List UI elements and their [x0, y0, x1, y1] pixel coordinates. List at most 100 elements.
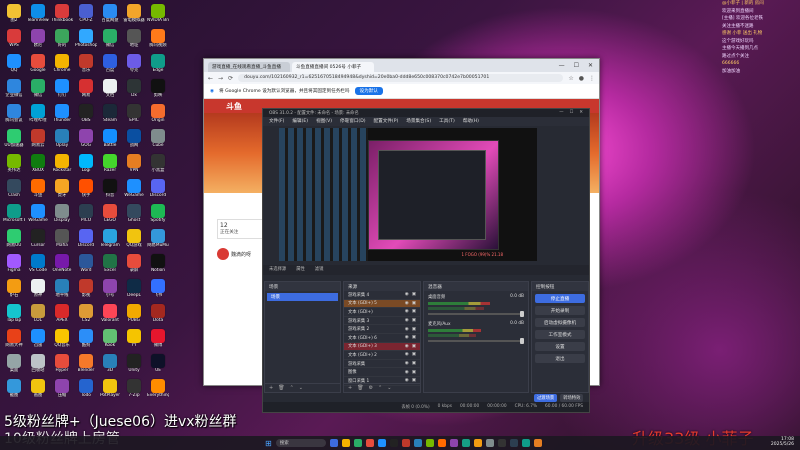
desktop-icon[interactable]: 雷电模拟器 [123, 4, 145, 30]
start-icon[interactable]: ⊞ [265, 439, 272, 448]
obs-menu-item[interactable]: 场景集合(S) [406, 118, 431, 125]
lock-icon[interactable]: ▣ [412, 327, 416, 332]
url-field[interactable]: douyu.com/102160932_r1=6251670518494948&… [238, 74, 564, 82]
desktop-icon[interactable]: 哔哩哔哩 [27, 104, 49, 130]
desktop-icon[interactable]: Dx [123, 79, 145, 105]
desktop-icon[interactable]: VS Code [27, 254, 49, 280]
lock-icon[interactable]: ▣ [412, 335, 416, 340]
taskbar-search[interactable]: 搜索 [275, 439, 326, 447]
desktop-icon[interactable]: Origin [147, 104, 169, 130]
back-icon[interactable]: ← [208, 75, 213, 82]
desktop-icon[interactable]: 斗鱼 [27, 179, 49, 205]
desktop-icon[interactable]: 图2 [3, 4, 25, 30]
desktop-icon[interactable]: 炉石 [3, 279, 25, 305]
site-logo[interactable]: 斗鱼 [226, 101, 242, 112]
obs-menu-item[interactable]: 帮助(H) [463, 118, 479, 125]
desktop-icon[interactable]: 百度网盘 [99, 4, 121, 30]
source-row[interactable]: 游戏采集 3 ◉ ▣ [344, 317, 420, 326]
desktop-icon[interactable]: WeGame [123, 179, 145, 205]
minimize-icon[interactable]: — [559, 62, 565, 69]
tab-douyu-room[interactable]: 斗鱼直播直播间 0526号 小菲子 [292, 62, 374, 72]
desktop-icon[interactable]: Microsoft Edge [3, 204, 25, 230]
volume-slider[interactable] [428, 338, 525, 344]
control-button[interactable]: 停止直播 [535, 294, 585, 303]
follow-box[interactable]: 12 正在关注 [217, 219, 265, 239]
desktop-icon[interactable]: Figma [3, 254, 25, 280]
eye-icon[interactable]: ◉ [405, 327, 409, 332]
transition-button[interactable]: 过渡场景 [534, 394, 558, 402]
eye-icon[interactable]: ◉ [405, 292, 409, 297]
desktop-icon[interactable]: Logi [75, 154, 97, 180]
desktop-icon[interactable]: Excel [99, 254, 121, 280]
desktop-icon[interactable]: 原神 [27, 279, 49, 305]
desktop-icon[interactable]: 压缩 [51, 379, 73, 405]
desktop-icon[interactable]: 英伟达 [3, 154, 25, 180]
desktop-icon[interactable]: 文档 [99, 79, 121, 105]
desktop-icon[interactable]: 腾讯视频 [147, 29, 169, 55]
desktop-icon[interactable]: PotPlayer [99, 379, 121, 405]
desktop-icon[interactable]: Unity [123, 354, 145, 380]
desktop-icon[interactable]: Blender [75, 354, 97, 380]
transition-effect-button[interactable]: 转场特效 [560, 394, 584, 402]
source-row[interactable]: 游戏采集 4 ◉ ▣ [344, 291, 420, 300]
desktop-icon[interactable]: 抖音 [99, 179, 121, 205]
desktop-icon[interactable]: Discord [147, 179, 169, 205]
desktop-icon[interactable]: XBOX [27, 154, 49, 180]
desktop-icon[interactable]: 网易 [75, 79, 97, 105]
menu-icon[interactable]: ⋮ [589, 75, 595, 82]
volume-slider[interactable] [428, 311, 525, 317]
move-up-source-icon[interactable]: ⌃ [378, 385, 382, 391]
desktop-icon[interactable]: Chrome [51, 54, 73, 80]
desktop-icon[interactable]: 影视 [75, 279, 97, 305]
desktop-icon[interactable]: Google [27, 54, 49, 80]
desktop-icon[interactable]: LEGO [99, 204, 121, 230]
reload-icon[interactable]: ⟳ [228, 75, 233, 82]
source-settings-icon[interactable]: ⚙ [369, 385, 373, 391]
desktop-icon[interactable]: Everything [147, 379, 169, 405]
source-row[interactable]: 文本 (GDI+) 5 ◉ ▣ [344, 299, 420, 309]
taskbar-app-icon[interactable] [449, 439, 458, 447]
eye-icon[interactable]: ◉ [405, 344, 409, 349]
taskbar-app-icon[interactable] [377, 439, 386, 447]
taskbar-app-icon[interactable] [473, 439, 482, 447]
desktop-icon[interactable]: 录屏 [123, 254, 145, 280]
source-row[interactable]: 游戏采集 ◉ ▣ [344, 360, 420, 369]
control-button[interactable]: 设置 [535, 342, 585, 351]
eye-icon[interactable]: ◉ [405, 370, 409, 375]
obs-minimize-icon[interactable]: — [559, 110, 563, 116]
volume-slider-handle[interactable] [520, 338, 525, 344]
desktop-icon[interactable]: 腾讯会议 [3, 104, 25, 130]
desktop-icon[interactable]: Hyper [51, 354, 73, 380]
desktop-icon[interactable]: 地址 [123, 29, 145, 55]
obs-menu-item[interactable]: 视图(V) [316, 118, 332, 125]
volume-slider-handle[interactable] [520, 311, 525, 317]
eye-icon[interactable]: ◉ [405, 318, 409, 323]
taskbar-app-icon[interactable] [485, 439, 494, 447]
desktop-icon[interactable]: PUBG [123, 304, 145, 330]
desktop-icon[interactable]: 7-Zip [123, 379, 145, 405]
obs-close-icon[interactable]: ✕ [579, 110, 583, 116]
control-button[interactable]: 开始录制 [535, 306, 585, 315]
desktop-icon[interactable]: Rockstar [51, 154, 73, 180]
desktop-icon[interactable]: WeGame [27, 204, 49, 230]
desktop-icon[interactable]: VPN [123, 154, 145, 180]
taskbar-app-icon[interactable] [437, 439, 446, 447]
source-row[interactable]: 游戏采集 2 ◉ ▣ [344, 325, 420, 334]
desktop-icon[interactable]: TapTap [3, 304, 25, 330]
obs-menu-item[interactable]: 编辑(E) [292, 118, 308, 125]
lock-icon[interactable]: ▣ [412, 301, 416, 306]
desktop-icon[interactable]: NVIDIA Broadcast [147, 4, 169, 30]
desktop-icon[interactable]: Word [75, 254, 97, 280]
avatar[interactable] [217, 248, 229, 260]
desktop-icon[interactable]: 百度 [99, 54, 121, 80]
source-row[interactable]: 文本 (GDI+) 3 ◉ ▣ [344, 342, 420, 352]
desktop-icon[interactable]: 网易云 [27, 129, 49, 155]
desktop-icon[interactable]: Discord [75, 229, 97, 255]
desktop-icon[interactable]: GOG [75, 129, 97, 155]
forward-icon[interactable]: → [218, 75, 223, 82]
desktop-icon[interactable]: 迅雷 [27, 329, 49, 355]
desktop-icon[interactable]: QQ音乐 [51, 329, 73, 355]
lock-icon[interactable]: ▣ [412, 361, 416, 366]
add-icon[interactable]: + [269, 385, 273, 391]
source-row[interactable]: 文本 (GDI+) 2 ◉ ▣ [344, 351, 420, 360]
